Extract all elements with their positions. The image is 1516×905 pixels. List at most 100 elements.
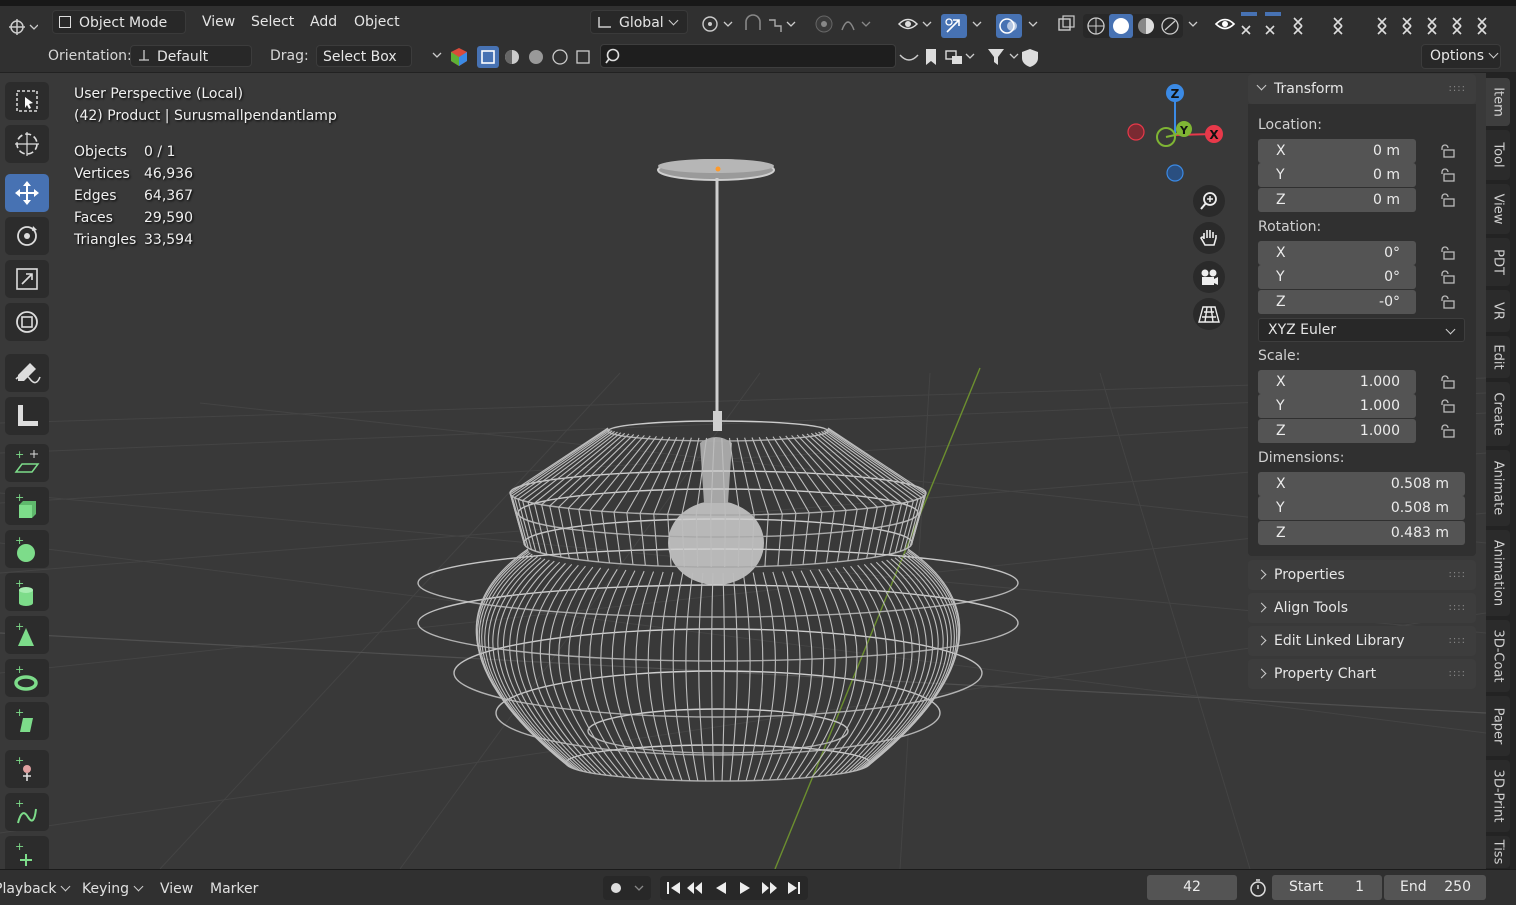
rotation-y-field[interactable]: Y 0°: [1258, 265, 1416, 289]
snap-icon[interactable]: [743, 14, 796, 34]
xray-toggle-icon[interactable]: [1056, 14, 1076, 34]
drag-dropdown[interactable]: Select Box: [316, 45, 412, 82]
perspective-toggle-icon[interactable]: [1193, 298, 1225, 330]
rotation-x-field[interactable]: X 0°: [1258, 241, 1416, 265]
scale-x-field[interactable]: X 1.000: [1258, 370, 1416, 394]
tab-item[interactable]: Item: [1486, 78, 1510, 126]
drag-grip-icon[interactable]: ::::: [1449, 593, 1466, 623]
location-z-field[interactable]: Z 0 m: [1258, 188, 1416, 212]
move-tool[interactable]: [5, 174, 49, 212]
pendant-lamp-model[interactable]: [417, 159, 1019, 782]
location-y-field[interactable]: Y 0 m: [1258, 163, 1416, 187]
tab-3d-coat[interactable]: 3D-Coat: [1486, 620, 1510, 692]
property-chart-panel-header[interactable]: Property Chart::::: [1248, 659, 1476, 689]
lock-icon[interactable]: [1438, 270, 1456, 284]
tab-tissue[interactable]: Tiss: [1486, 836, 1510, 868]
location-x-field[interactable]: X 0 m: [1258, 139, 1416, 163]
start-frame-field[interactable]: Start 1: [1272, 875, 1382, 900]
tab-view[interactable]: View: [1486, 184, 1510, 234]
solid-shading-icon[interactable]: [1113, 18, 1129, 34]
dimensions-x-field[interactable]: X 0.508 m: [1258, 472, 1465, 496]
tab-3d-print[interactable]: 3D-Print: [1486, 760, 1510, 832]
rendered-shading-icon[interactable]: [1161, 17, 1179, 35]
jump-start-icon[interactable]: [667, 882, 680, 894]
orientation-dropdown[interactable]: Default: [130, 45, 252, 82]
transform-orientation-dropdown[interactable]: Global: [590, 10, 688, 34]
menu-add[interactable]: Add: [310, 10, 337, 34]
tab-pdt[interactable]: PDT: [1486, 238, 1510, 286]
menu-view[interactable]: View: [202, 10, 235, 34]
scale-tool[interactable]: [5, 260, 49, 298]
chevron-down-icon[interactable]: [1186, 18, 1206, 38]
auto-keying-toggle[interactable]: [603, 876, 651, 900]
measure-tool[interactable]: [5, 397, 49, 435]
add-custom-mesh-tool[interactable]: +: [5, 702, 49, 740]
select-mode-icons[interactable]: [430, 46, 600, 72]
drag-grip-icon[interactable]: ::::: [1449, 74, 1466, 104]
playback-menu[interactable]: Playback: [0, 878, 71, 900]
transform-tool[interactable]: [5, 303, 49, 341]
rotation-z-field[interactable]: Z -0°: [1258, 290, 1416, 314]
eye-icon[interactable]: [1214, 14, 1236, 34]
camera-view-icon[interactable]: [1193, 261, 1225, 293]
play-reverse-icon[interactable]: [716, 882, 726, 894]
gizmo-toggle-button[interactable]: [941, 14, 967, 38]
visibility-icon[interactable]: [897, 14, 932, 34]
menu-object[interactable]: Object: [354, 10, 400, 34]
filter-icons[interactable]: [898, 46, 1050, 72]
tab-create[interactable]: Create: [1486, 382, 1510, 446]
lock-icon[interactable]: [1438, 424, 1456, 438]
edit-linked-library-panel-header[interactable]: Edit Linked Library::::: [1248, 626, 1476, 656]
editor-type-icon[interactable]: [8, 17, 39, 37]
chevron-down-icon[interactable]: [970, 18, 990, 38]
lock-icon[interactable]: [1438, 246, 1456, 260]
current-frame-field[interactable]: 42: [1147, 875, 1237, 900]
drag-grip-icon[interactable]: ::::: [1449, 626, 1466, 656]
marker-menu[interactable]: Marker: [210, 878, 258, 900]
dimensions-z-field[interactable]: Z 0.483 m: [1258, 521, 1465, 545]
tab-edit[interactable]: Edit: [1486, 336, 1510, 378]
lock-icon[interactable]: [1438, 399, 1456, 413]
wireframe-shading-icon[interactable]: [1087, 17, 1105, 35]
lock-icon[interactable]: [1438, 168, 1456, 182]
add-cone-tool[interactable]: +: [5, 616, 49, 654]
add-plane-tool[interactable]: +: [5, 444, 49, 482]
rotate-tool[interactable]: [5, 217, 49, 255]
cursor-tool[interactable]: [5, 125, 49, 163]
prev-keyframe-icon[interactable]: [687, 882, 702, 894]
lock-icon[interactable]: [1438, 295, 1456, 309]
tab-paper[interactable]: Paper: [1486, 696, 1510, 756]
jump-end-icon[interactable]: [788, 882, 800, 894]
pan-hand-icon[interactable]: [1193, 222, 1225, 254]
chevron-down-icon[interactable]: [1026, 18, 1046, 38]
tab-vr[interactable]: VR: [1486, 290, 1510, 332]
mode-dropdown[interactable]: Object Mode: [52, 10, 186, 50]
scale-y-field[interactable]: Y 1.000: [1258, 394, 1416, 418]
pivot-point-icon[interactable]: [700, 14, 733, 34]
align-tools-panel-header[interactable]: Align Tools::::: [1248, 593, 1476, 623]
timeline-view-menu[interactable]: View: [160, 878, 193, 900]
lock-icon[interactable]: [1438, 193, 1456, 207]
transform-panel-header[interactable]: Transform::::: [1248, 74, 1476, 104]
options-dropdown[interactable]: Options: [1421, 44, 1501, 69]
rotation-mode-dropdown[interactable]: XYZ Euler: [1258, 318, 1465, 342]
menu-select[interactable]: Select: [251, 10, 294, 34]
add-torus-tool[interactable]: +: [5, 659, 49, 697]
drag-grip-icon[interactable]: ::::: [1449, 560, 1466, 590]
add-cube-tool[interactable]: +: [5, 487, 49, 525]
keying-menu[interactable]: Keying: [82, 878, 144, 900]
select-box-tool[interactable]: [5, 82, 49, 120]
navigation-gizmo[interactable]: Z X Y: [1118, 79, 1228, 185]
properties-panel-header[interactable]: Properties::::: [1248, 560, 1476, 590]
drag-grip-icon[interactable]: ::::: [1449, 659, 1466, 689]
lock-icon[interactable]: [1438, 375, 1456, 389]
tab-animate[interactable]: Animate: [1486, 450, 1510, 526]
annotate-tool[interactable]: [5, 354, 49, 392]
search-input[interactable]: [600, 44, 896, 68]
stopwatch-icon[interactable]: [1248, 878, 1268, 898]
next-keyframe-icon[interactable]: [762, 882, 777, 894]
add-armature-tool[interactable]: +: [5, 750, 49, 788]
add-sphere-tool[interactable]: +: [5, 530, 49, 568]
tab-animation[interactable]: Animation: [1486, 530, 1510, 616]
add-cylinder-tool[interactable]: +: [5, 573, 49, 611]
